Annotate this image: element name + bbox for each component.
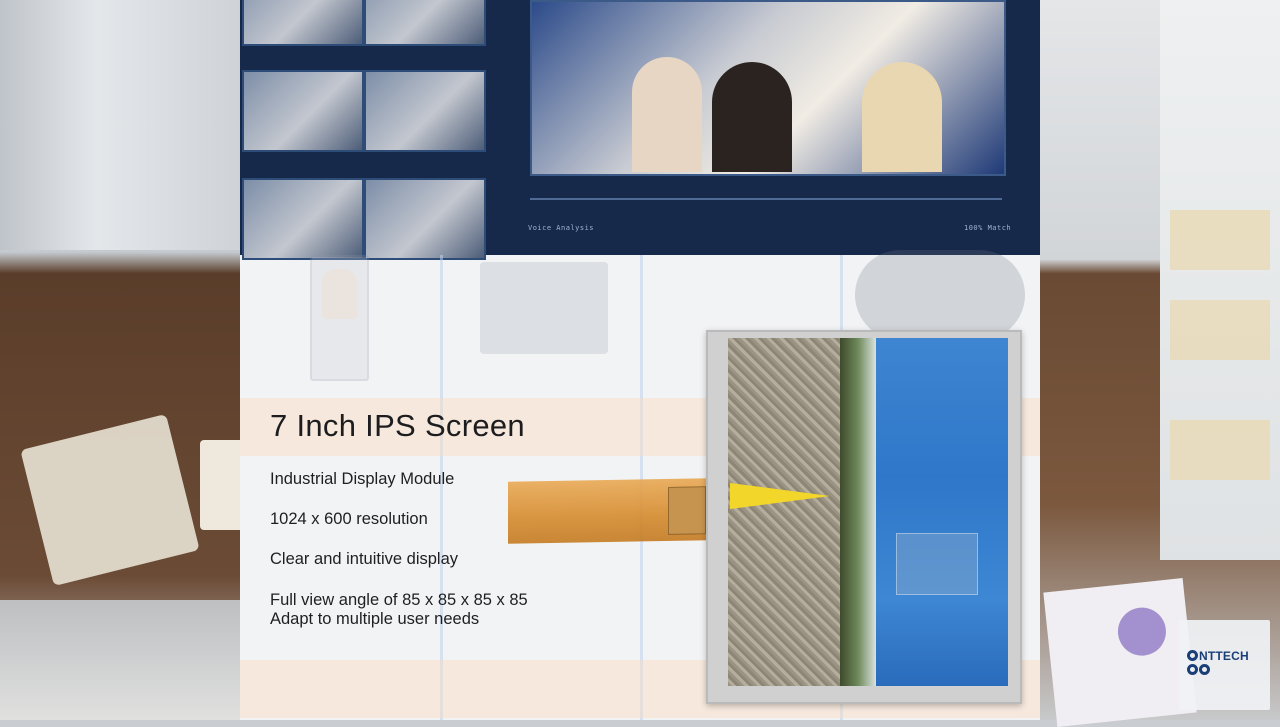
background-wall-panel [0,0,240,250]
event-photo [530,0,1006,176]
brand-logo: NTTECH [1179,620,1270,710]
flex-cable [508,478,708,544]
brand-wordmark: NTTECH [1199,649,1249,663]
photo-thumbnail [242,178,364,260]
caption-voice-analysis: Voice Analysis [528,224,595,232]
poster-graphic [1115,605,1169,658]
screen-inset-ui [896,533,978,595]
screen-surf [840,338,876,686]
shelf-box [1170,420,1270,480]
background-box [20,413,200,587]
photo-thumbnail [364,178,486,260]
kiosk-device-faded [310,255,369,381]
cable-connector [668,486,706,535]
photo-thumbnail [242,0,364,46]
feature-item: 1024 x 600 resolution [270,510,428,528]
product-title: 7 Inch IPS Screen [270,408,525,443]
person-silhouette [632,57,702,172]
timeline-bar [530,198,1002,200]
screen-sea [876,338,1008,686]
feature-item: Clear and intuitive display [270,550,459,568]
screen-beach-sand [728,338,840,686]
person-silhouette [712,62,792,172]
background-poster [1043,578,1197,727]
background-right [1040,0,1280,727]
photo-thumbnail [242,70,364,152]
photo-thumbnail [364,70,486,152]
shelf-box [1170,300,1270,360]
caption-match: 100% Match [964,224,1012,232]
face-image [322,269,357,319]
lcd-panel [706,330,1022,704]
product-image: Voice Analysis 100% Match 7 Inch IPS Scr… [240,0,1040,720]
background-left [0,0,260,720]
dashboard-photo: Voice Analysis 100% Match [240,0,1040,260]
photo-thumbnail [364,0,486,46]
person-silhouette [862,62,942,172]
watches-faded [855,250,1025,340]
background-floor [0,600,240,720]
background-shelf [1160,0,1280,560]
feature-item: Full view angle of 85 x 85 x 85 x 85 Ada… [270,591,528,628]
shelf-box [1170,210,1270,270]
monitor-faded [480,262,608,354]
yellow-arrow-icon [730,483,830,509]
feature-item: Industrial Display Module [270,470,455,488]
